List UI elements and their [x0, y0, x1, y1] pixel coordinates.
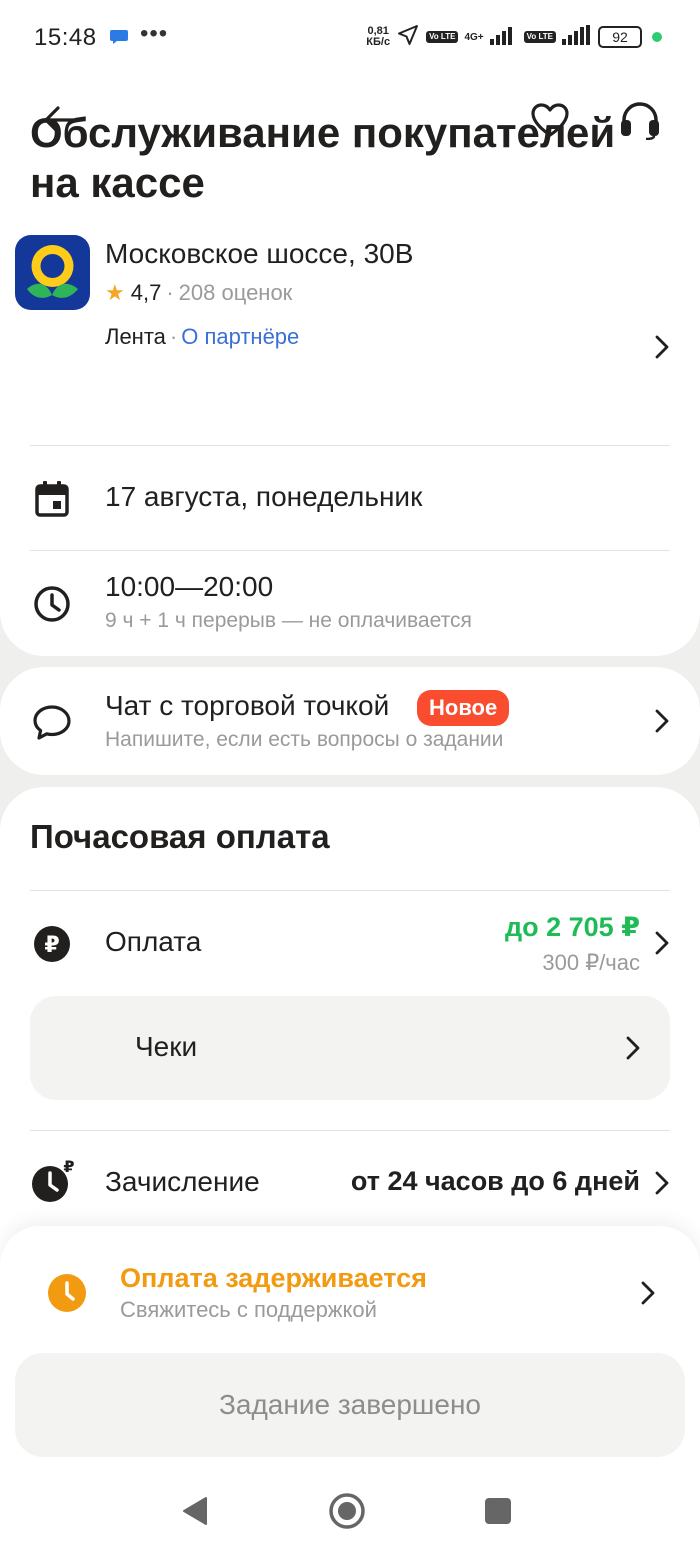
checks-chevron-icon [616, 1031, 650, 1065]
chat-bubble-icon [30, 700, 74, 744]
payout-clock-icon: ₽ [28, 1156, 78, 1206]
divider [30, 1130, 670, 1131]
more-notifications-icon: ••• [140, 20, 169, 47]
new-badge: Новое [417, 690, 510, 726]
status-indicators: 0,81 КБ/с Vo LTE 4G+ Vo LTE 92 [366, 24, 662, 50]
payment-section-title: Почасовая оплата [30, 818, 330, 855]
chat-chevron-icon [645, 704, 679, 738]
warning-title: Оплата задерживается [120, 1263, 427, 1293]
store-rating: ★ 4,7 · 208 оценок [105, 280, 292, 306]
ruble-icon: ₽ [30, 922, 74, 966]
nav-back-button[interactable] [170, 1486, 220, 1536]
task-time-range: 10:00—20:00 [105, 571, 274, 602]
divider [30, 890, 670, 891]
home-circle-icon [329, 1493, 365, 1529]
credit-chevron-icon [645, 1166, 679, 1200]
warning-chevron-icon [631, 1276, 665, 1310]
payment-chevron-icon [645, 926, 679, 960]
signal-icon [489, 25, 518, 50]
task-time-details: 9 ч + 1 ч перерыв — не оплачивается [105, 609, 472, 632]
payment-label: Оплата [105, 926, 202, 957]
divider [30, 445, 670, 446]
credit-label: Зачисление [105, 1166, 260, 1197]
network-type: 4G+ [464, 31, 484, 43]
task-date: 17 августа, понедельник [105, 481, 423, 512]
about-partner-link[interactable]: О партнёре [181, 324, 299, 349]
calendar-icon [30, 477, 74, 521]
checks-label: Чеки [135, 1031, 198, 1062]
nav-home-button[interactable] [322, 1486, 372, 1536]
volte-icon: Vo LTE [426, 31, 459, 43]
volte-icon-2: Vo LTE [523, 31, 556, 43]
svg-text:₽: ₽ [63, 1157, 74, 1176]
store-address: Московское шоссе, 30В [105, 238, 414, 269]
chat-subtitle: Напишите, если есть вопросы о задании [105, 728, 504, 751]
warning-clock-icon [46, 1272, 88, 1314]
rating-value: 4,7 [130, 280, 162, 305]
store-partner: Лента · О партнёре [105, 324, 299, 350]
system-nav-bar [0, 1466, 700, 1556]
page-title: Обслуживание покупателей на кассе [30, 109, 616, 206]
credit-value: от 24 часов до 6 дней [350, 1166, 640, 1196]
store-chevron-icon [645, 330, 679, 364]
battery-icon: 92 [598, 26, 642, 48]
svg-text:₽: ₽ [44, 933, 59, 958]
checks-row[interactable] [30, 996, 670, 1100]
warning-subtitle: Свяжитесь с поддержкой [120, 1297, 377, 1322]
chat-title: Чат с торговой точкой [105, 690, 390, 721]
privacy-dot-icon [652, 32, 662, 42]
triangle-back-icon [183, 1497, 207, 1525]
task-completed-button[interactable]: Задание завершено [15, 1353, 685, 1457]
square-recents-icon [485, 1498, 511, 1524]
star-icon: ★ [105, 280, 125, 305]
payment-rate: 300 ₽/час [542, 950, 640, 975]
store-brand: Лента [105, 324, 166, 349]
status-time: 15:48 [34, 24, 97, 51]
rating-separator: · [166, 280, 174, 305]
clock-icon [30, 582, 74, 626]
signal-icon-2 [562, 24, 592, 50]
divider [30, 550, 670, 551]
network-speed-unit: КБ/с [366, 36, 391, 48]
payment-amount: до 2 705 ₽ [505, 912, 640, 942]
location-icon [396, 23, 420, 52]
message-notification-icon [110, 29, 128, 50]
nav-recents-button[interactable] [473, 1486, 523, 1536]
partner-separator: · [169, 324, 178, 349]
status-bar: 15:48 ••• 0,81 КБ/с Vo LTE 4G+ Vo LTE 92 [0, 0, 700, 75]
network-speed: 0,81 КБ/с [366, 26, 390, 48]
rating-count: 208 оценок [178, 280, 293, 305]
